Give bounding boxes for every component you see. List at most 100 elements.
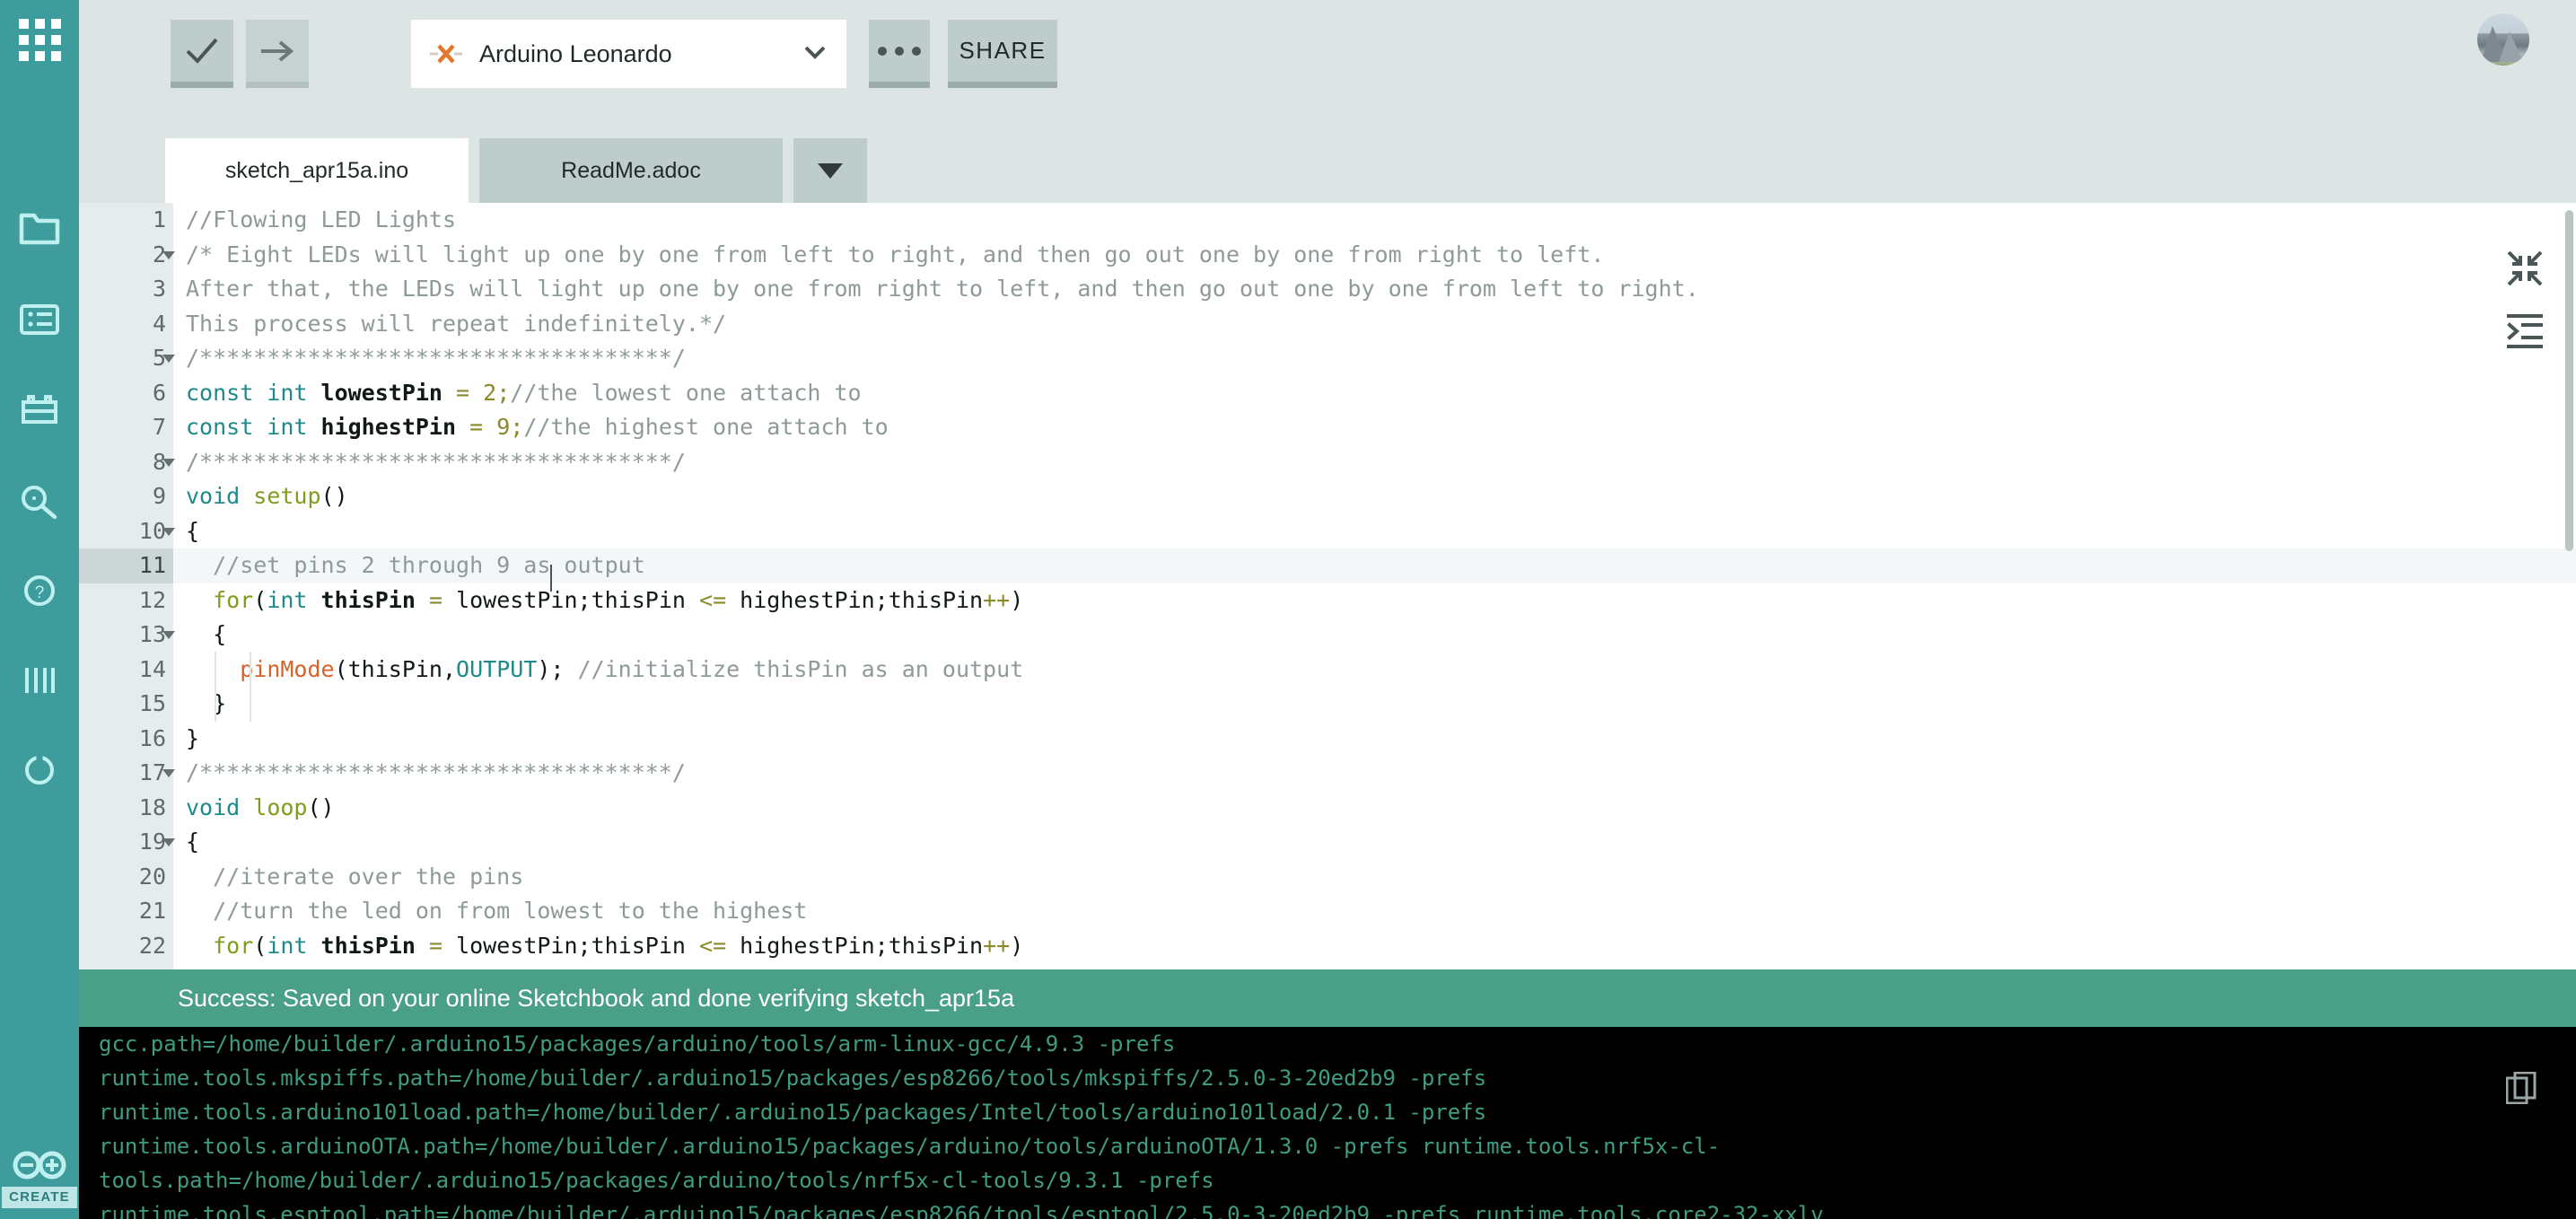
console-line: runtime.tools.mkspiffs.path=/home/builde…	[99, 1066, 1487, 1091]
sidebar-item-libraries[interactable]	[0, 370, 79, 449]
tab-readme-adoc[interactable]: ReadMe.adoc	[479, 138, 783, 203]
editor-vertical-scrollbar[interactable]	[2565, 210, 2573, 551]
token-cmt: //iterate over the pins	[186, 863, 524, 890]
code-line[interactable]: for(int thisPin = lowestPin;thisPin <= h…	[173, 583, 2576, 618]
chevron-down-icon	[818, 162, 843, 179]
console-line: tools.path=/home/builder/.arduino15/pack…	[99, 1168, 1214, 1193]
token-cmt: After that, the LEDs will light up one b…	[186, 276, 1699, 302]
code-line[interactable]: //turn the led on from lowest to the hig…	[173, 894, 2576, 929]
text-cursor	[550, 565, 552, 592]
line-number: 13	[79, 618, 175, 653]
board-selector[interactable]: Arduino Leonardo	[411, 20, 846, 88]
token-kw: int	[267, 586, 321, 613]
token-op: =	[428, 586, 457, 613]
token-op: ;	[496, 379, 511, 406]
list-icon	[20, 304, 59, 335]
code-line[interactable]: //set pins 2 through 9 as output	[173, 548, 2576, 583]
share-button[interactable]: SHARE	[948, 20, 1057, 88]
apps-grid-dots	[18, 18, 61, 61]
code-line[interactable]: //iterate over the pins	[173, 860, 2576, 895]
line-number: 12	[138, 586, 166, 613]
token-pl: )	[1010, 932, 1024, 959]
token-pl: }	[186, 724, 200, 751]
sidebar-item-monitor[interactable]	[0, 641, 79, 720]
code-line[interactable]: void loop()	[173, 791, 2576, 826]
code-line[interactable]: }	[173, 722, 2576, 757]
token-pl: );	[537, 655, 578, 682]
token-pl: lowestPin;thisPin	[456, 586, 700, 613]
code-line[interactable]: {	[173, 514, 2576, 549]
token-op: ;	[510, 414, 524, 440]
token-cmt: This process will repeat indefinitely.*/	[186, 310, 727, 337]
line-number-gutter: 1 2 3 4 5 6 7 8 9 10 11 12 13 14 15 16 17 18 19 20 21 22	[79, 203, 175, 969]
code-line[interactable]: /***********************************/	[173, 341, 2576, 376]
code-content[interactable]: //Flowing LED Lights /* Eight LEDs will l…	[173, 203, 2576, 969]
token-pl: {	[186, 621, 227, 647]
code-line[interactable]: /***********************************/	[173, 445, 2576, 480]
more-options-button[interactable]	[869, 20, 930, 88]
indent-guide	[215, 652, 216, 722]
collapse-all-icon[interactable]	[2493, 237, 2556, 300]
line-number: 22	[138, 932, 166, 959]
code-line[interactable]: }	[173, 687, 2576, 722]
tab-dropdown-button[interactable]	[793, 138, 867, 203]
line-number: 4	[152, 310, 166, 337]
sidebar-item-help[interactable]: ?	[0, 551, 79, 630]
token-kw: const int	[186, 414, 321, 440]
console-line: gcc.path=/home/builder/.arduino15/packag…	[99, 1031, 1176, 1057]
upload-button[interactable]	[246, 20, 309, 88]
code-line[interactable]: This process will repeat indefinitely.*/	[173, 307, 2576, 342]
line-number: 5	[79, 341, 175, 376]
chevron-down-icon	[803, 45, 827, 64]
arduino-create-logo: CREATE	[0, 1149, 79, 1208]
sidebar-item-sketchbook[interactable]	[0, 189, 79, 267]
token-id: thisPin	[320, 586, 429, 613]
token-pl: ()	[320, 483, 348, 509]
token-kw: void	[186, 483, 254, 509]
token-pl: )	[1010, 586, 1024, 613]
code-line[interactable]: {	[173, 825, 2576, 860]
console-output-panel[interactable]: gcc.path=/home/builder/.arduino15/packag…	[79, 1027, 2576, 1219]
code-line[interactable]: const int lowestPin = 2;//the lowest one…	[173, 376, 2576, 411]
apps-grid-icon[interactable]	[0, 0, 79, 79]
code-line[interactable]: //Flowing LED Lights	[173, 203, 2576, 238]
code-line[interactable]: pinMode(thisPin,OUTPUT); //initialize th…	[173, 653, 2576, 688]
token-pl: {	[186, 517, 200, 544]
verify-button[interactable]	[171, 20, 233, 88]
folder-icon	[19, 213, 60, 245]
token-cmt: /* Eight LEDs will light up one by one f…	[186, 241, 1605, 267]
code-line[interactable]: After that, the LEDs will light up one b…	[173, 272, 2576, 307]
token-kw: const int	[186, 379, 321, 406]
user-avatar[interactable]	[2477, 13, 2529, 66]
token-op: =	[456, 379, 484, 406]
sidebar-item-examples[interactable]	[0, 280, 79, 359]
token-cmt: //initialize thisPin as an output	[577, 655, 1024, 682]
books-icon	[22, 395, 57, 424]
token-cmt: //the highest one attach to	[523, 414, 889, 440]
create-logo-label: CREATE	[2, 1187, 77, 1208]
code-line[interactable]: /***********************************/	[173, 756, 2576, 791]
token-id: highestPin	[320, 414, 470, 440]
code-line[interactable]: void setup()	[173, 479, 2576, 514]
code-line[interactable]: const int highestPin = 9;//the highest o…	[173, 410, 2576, 445]
sidebar-item-preferences[interactable]	[0, 731, 79, 810]
code-editor[interactable]: 1 2 3 4 5 6 7 8 9 10 11 12 13 14 15 16 17 18 19 20 21 22 //Fl…	[79, 203, 2576, 969]
arduino-infinity-logo	[13, 1151, 66, 1180]
console-lines: gcc.path=/home/builder/.arduino15/packag…	[79, 1027, 2576, 1219]
code-line[interactable]: /* Eight LEDs will light up one by one f…	[173, 238, 2576, 273]
line-number: 7	[152, 414, 166, 440]
line-number: 21	[138, 898, 166, 924]
copy-icon[interactable]	[2505, 1071, 2537, 1109]
x-disconnected-icon	[429, 42, 463, 66]
code-line[interactable]: for(int thisPin = lowestPin;thisPin <= h…	[173, 929, 2576, 964]
ellipsis-icon	[878, 46, 921, 56]
tab-sketch-ino[interactable]: sketch_apr15a.ino	[165, 138, 469, 203]
indent-format-icon[interactable]	[2493, 300, 2556, 363]
token-op: =	[428, 932, 457, 959]
code-line[interactable]: {	[173, 618, 2576, 653]
token-cmt: //the lowest one attach to	[510, 379, 862, 406]
token-fn: for	[213, 932, 254, 959]
line-number: 17	[79, 756, 175, 791]
sidebar-item-reference[interactable]	[0, 461, 79, 540]
